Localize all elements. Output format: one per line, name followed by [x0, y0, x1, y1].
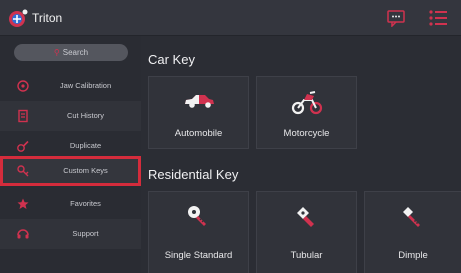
card-single-standard[interactable]: Single Standard: [148, 191, 249, 273]
top-bar: Triton: [0, 0, 461, 36]
card-automobile[interactable]: Automobile: [148, 76, 249, 149]
triton-logo-icon: [9, 9, 28, 27]
motorcycle-icon: [291, 91, 322, 115]
sidebar-item-cut-history[interactable]: Cut History: [0, 101, 141, 131]
sidebar: ⚲ Search Jaw Calibration Cut History Dup…: [0, 36, 141, 273]
tubular-key-icon: [296, 207, 314, 227]
sidebar-item-label: Support: [72, 229, 99, 238]
card-label: Automobile: [174, 128, 223, 139]
sidebar-item-support[interactable]: Support: [0, 219, 141, 249]
card-dimple[interactable]: Dimple: [364, 191, 461, 273]
target-icon: [17, 80, 29, 92]
menu-list-icon[interactable]: [427, 8, 449, 28]
duplicate-icon: [17, 140, 29, 152]
card-label: Motorcycle: [283, 128, 330, 139]
search-label: Search: [62, 48, 89, 57]
card-label: Single Standard: [164, 250, 233, 261]
card-label: Tubular: [290, 250, 323, 261]
car-icon: [184, 95, 214, 108]
search-icon: ⚲: [53, 48, 60, 57]
card-label: Dimple: [398, 250, 428, 261]
section-title-car-key: Car Key: [148, 52, 195, 67]
card-tubular[interactable]: Tubular: [256, 191, 357, 273]
support-icon: [17, 229, 29, 239]
sidebar-item-custom-keys[interactable]: Custom Keys: [0, 156, 141, 186]
search-button[interactable]: ⚲ Search: [14, 44, 128, 61]
dimple-key-icon: [403, 207, 420, 227]
custom-keys-icon: [17, 165, 29, 177]
app-title: Triton: [32, 11, 63, 25]
card-motorcycle[interactable]: Motorcycle: [256, 76, 357, 149]
sidebar-item-label: Cut History: [66, 111, 105, 120]
sidebar-item-label: Favorites: [70, 199, 101, 208]
star-icon: [17, 198, 29, 209]
sidebar-item-label: Jaw Calibration: [59, 81, 112, 90]
section-title-residential-key: Residential Key: [148, 167, 239, 182]
sidebar-item-favorites[interactable]: Favorites: [0, 189, 141, 219]
standard-key-icon: [187, 206, 206, 226]
sidebar-item-label: Custom Keys: [63, 166, 108, 175]
message-icon[interactable]: [386, 9, 406, 27]
sidebar-item-jaw-calibration[interactable]: Jaw Calibration: [0, 71, 141, 101]
document-icon: [18, 109, 28, 123]
